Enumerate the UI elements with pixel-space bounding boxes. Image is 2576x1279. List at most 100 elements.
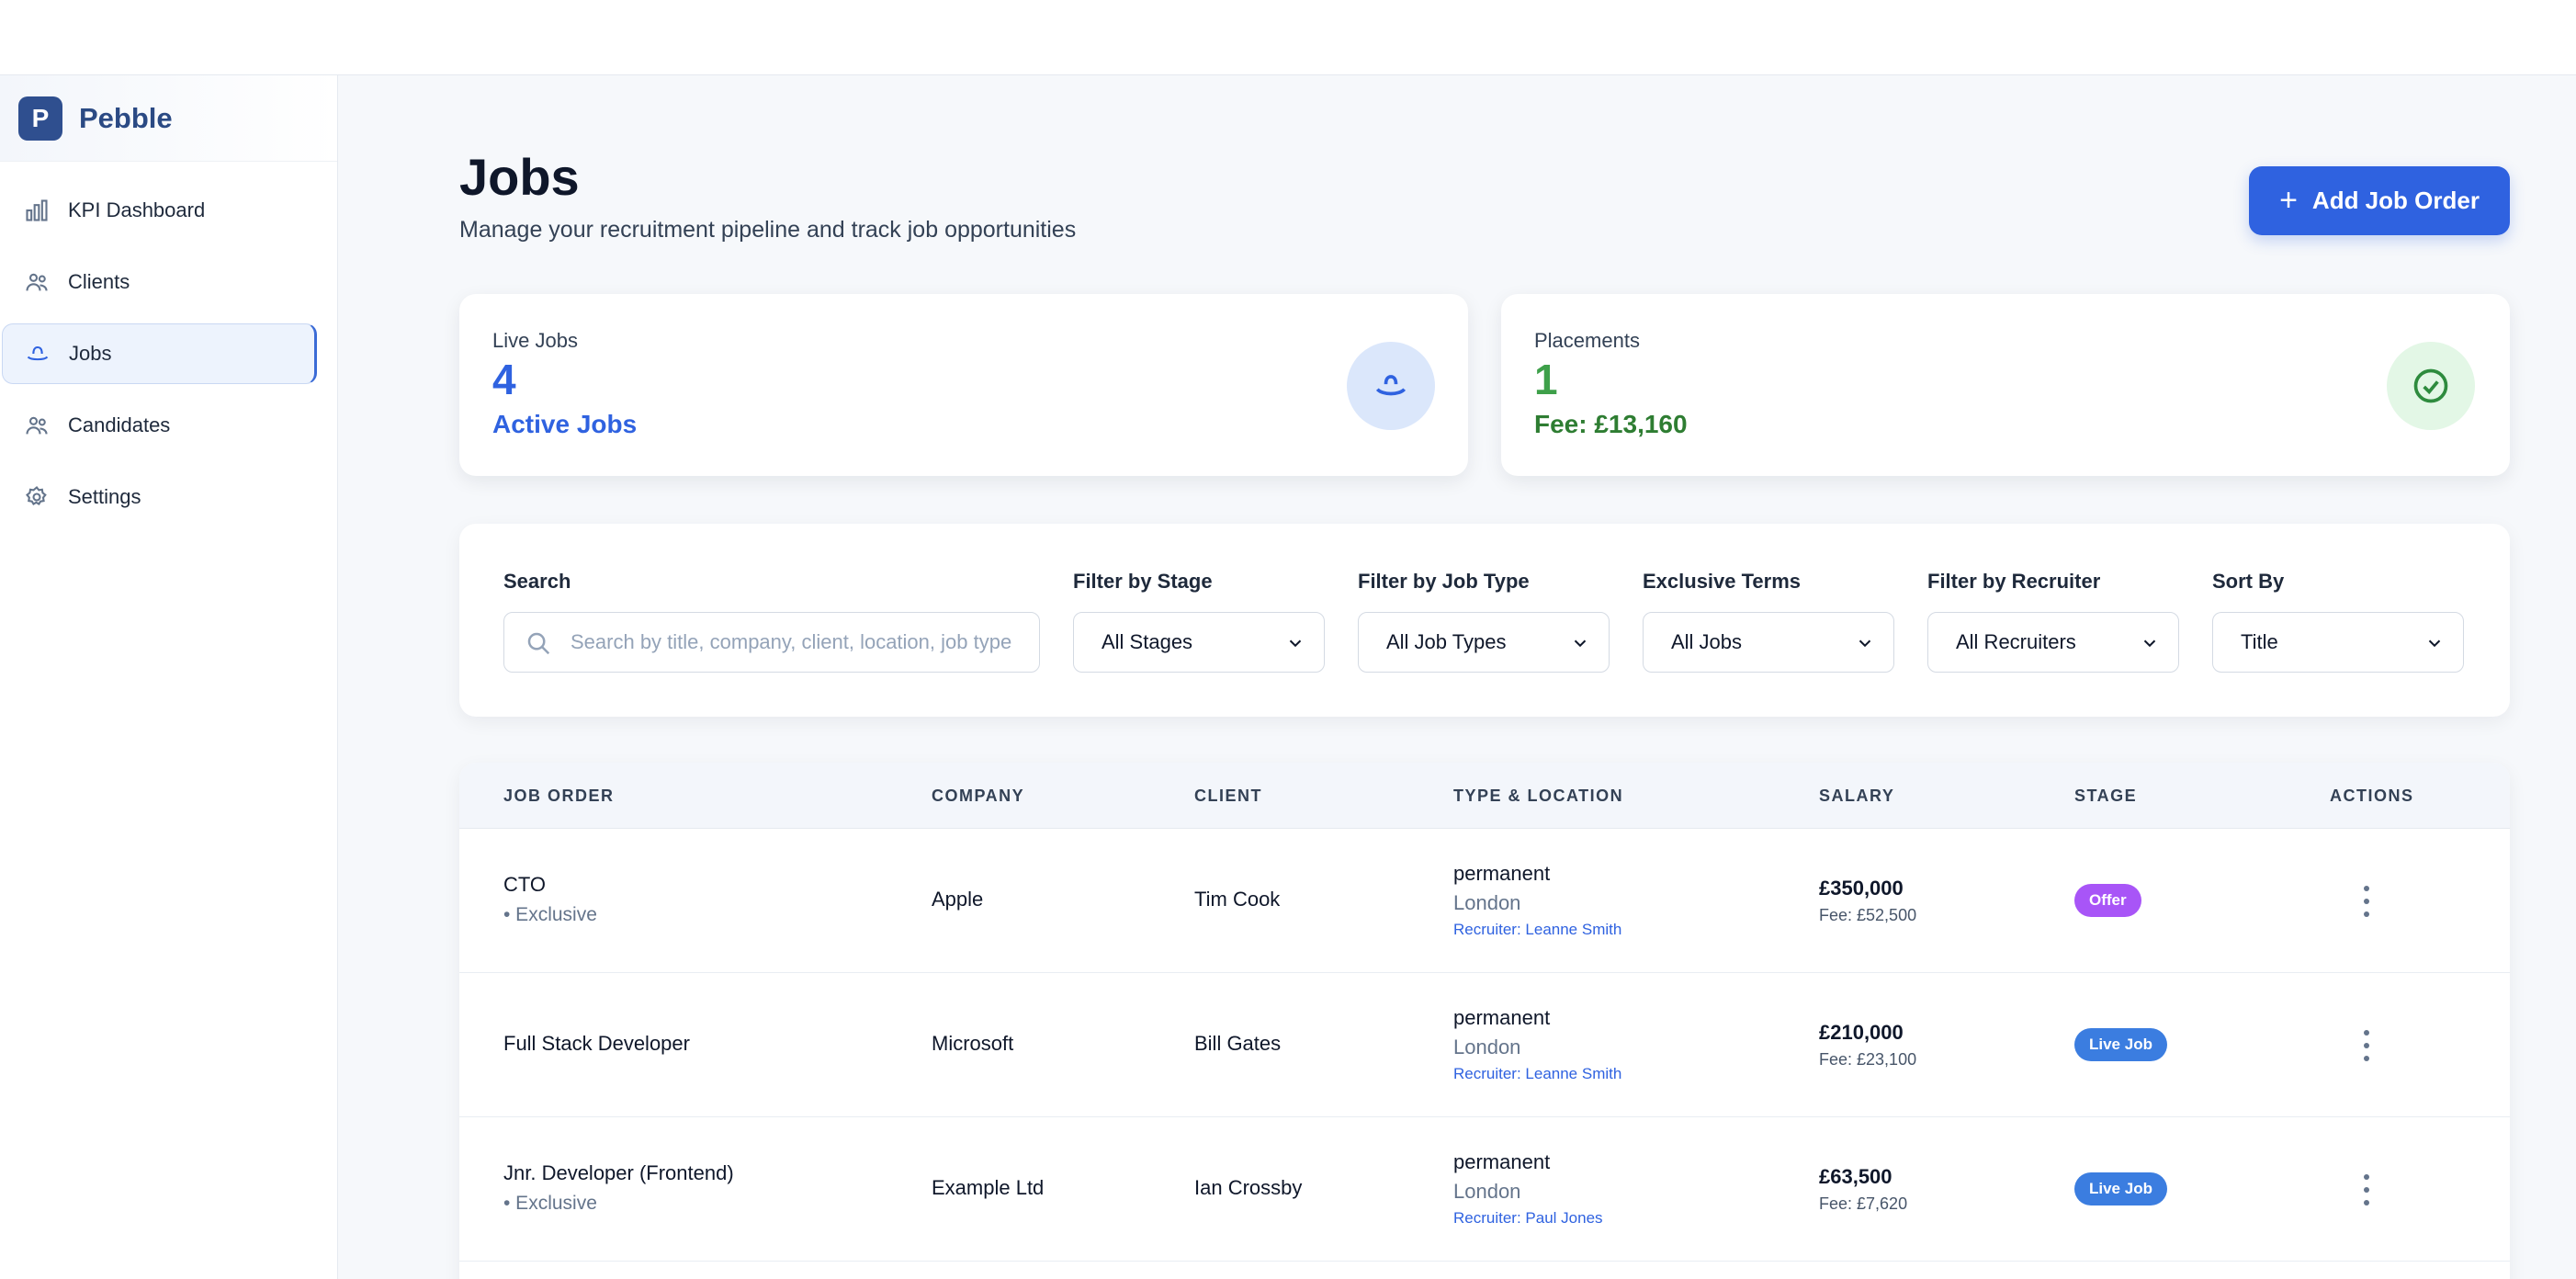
- users-icon: [24, 269, 50, 295]
- job-location: London: [1453, 1036, 1521, 1058]
- job-recruiter: Recruiter: Leanne Smith: [1453, 1065, 1622, 1082]
- more-options-icon[interactable]: [2357, 886, 2376, 917]
- add-job-order-button[interactable]: + Add Job Order: [2249, 166, 2510, 235]
- sidebar-item-label: Candidates: [68, 413, 171, 436]
- job-type: permanent: [1453, 1150, 1551, 1173]
- header-type-location[interactable]: TYPE & LOCATION: [1453, 787, 1623, 806]
- placements-card: Placements 1 Fee: £13,160: [1501, 294, 2510, 476]
- exclusive-tag: • Exclusive: [503, 1193, 597, 1214]
- job-order-cell: CTO • Exclusive: [503, 873, 597, 926]
- job-title[interactable]: CTO: [503, 873, 597, 897]
- stage-filter-value: All Stages: [1102, 630, 1193, 653]
- check-circle-icon: [2387, 342, 2475, 430]
- sidebar-item-settings[interactable]: Settings: [2, 467, 317, 527]
- sidebar-item-kpi-dashboard[interactable]: KPI Dashboard: [2, 180, 317, 241]
- header-actions: ACTIONS: [2330, 787, 2414, 805]
- salary-value: £210,000: [1819, 1021, 1904, 1044]
- job-title[interactable]: Jnr. Developer (Frontend): [503, 1161, 734, 1185]
- job-location: London: [1453, 1180, 1521, 1203]
- sidebar-item-candidates[interactable]: Candidates: [2, 395, 317, 456]
- more-options-icon[interactable]: [2357, 1174, 2376, 1205]
- recruiter-filter-label: Filter by Recruiter: [1927, 570, 2101, 593]
- sidebar: P Pebble KPI Dashboard Clients Jobs Cand…: [0, 75, 338, 1279]
- sort-label: Sort By: [2212, 570, 2285, 593]
- placements-label: Placements: [1534, 329, 1640, 352]
- salary-cell: £210,000 Fee: £23,100: [1819, 1021, 1916, 1070]
- users-icon: [24, 413, 50, 438]
- salary-fee: Fee: £52,500: [1819, 906, 1917, 924]
- company-cell: Example Ltd: [932, 1176, 1045, 1199]
- placements-value: 1: [1534, 356, 1558, 403]
- main-content: Jobs Manage your recruitment pipeline an…: [338, 75, 2576, 1279]
- brand-name: Pebble: [79, 101, 173, 134]
- client-cell: Bill Gates: [1194, 1032, 1282, 1055]
- stage-filter-select[interactable]: All Stages: [1073, 612, 1325, 673]
- page-subtitle: Manage your recruitment pipeline and tra…: [459, 217, 1077, 243]
- chevron-down-icon: [2424, 633, 2445, 659]
- bar-chart-icon: [24, 198, 50, 223]
- hat-icon: [1347, 342, 1435, 430]
- search-input[interactable]: Search by title, company, client, locati…: [503, 612, 1040, 673]
- exclusive-filter-label: Exclusive Terms: [1643, 570, 1802, 593]
- company-cell: Apple: [932, 888, 984, 911]
- type-location-cell: permanent London Recruiter: Leanne Smith: [1453, 862, 1621, 939]
- header-client[interactable]: CLIENT: [1194, 787, 1262, 806]
- job-order-cell: Jnr. Developer (Frontend) • Exclusive: [503, 1161, 734, 1215]
- job-type: permanent: [1453, 862, 1551, 885]
- job-location: London: [1453, 891, 1521, 914]
- job-type-filter-value: All Job Types: [1386, 630, 1507, 653]
- search-label: Search: [503, 570, 571, 593]
- header-job-order[interactable]: JOB ORDER: [503, 787, 615, 806]
- page-title: Jobs: [459, 148, 580, 206]
- recruiter-filter-select[interactable]: All Recruiters: [1927, 612, 2179, 673]
- placements-fee: Fee: £13,160: [1534, 410, 1688, 438]
- job-recruiter: Recruiter: Paul Jones: [1453, 1209, 1603, 1227]
- jobs-table: JOB ORDER COMPANY CLIENT TYPE & LOCATION…: [459, 763, 2510, 1279]
- salary-value: £63,500: [1819, 1165, 1892, 1188]
- stage-badge: Live Job: [2074, 1172, 2167, 1205]
- stage-badge: Live Job: [2074, 1028, 2167, 1061]
- exclusive-filter-select[interactable]: All Jobs: [1643, 612, 1894, 673]
- live-jobs-sub: Active Jobs: [492, 410, 638, 438]
- hat-icon: [25, 341, 51, 367]
- sidebar-item-jobs[interactable]: Jobs: [2, 323, 317, 384]
- chevron-down-icon: [2140, 633, 2160, 659]
- client-cell: Ian Crossby: [1194, 1176, 1303, 1199]
- salary-cell: £63,500 Fee: £7,620: [1819, 1165, 1907, 1214]
- top-bar: [0, 0, 2576, 75]
- company-cell: Microsoft: [932, 1032, 1014, 1055]
- live-jobs-value: 4: [492, 356, 516, 403]
- search-placeholder: Search by title, company, client, locati…: [571, 630, 1012, 653]
- table-header: JOB ORDER COMPANY CLIENT TYPE & LOCATION…: [459, 763, 2510, 829]
- salary-fee: Fee: £7,620: [1819, 1194, 1908, 1213]
- plus-icon: +: [2279, 183, 2298, 218]
- job-type-filter-select[interactable]: All Job Types: [1358, 612, 1610, 673]
- more-options-icon[interactable]: [2357, 1030, 2376, 1061]
- header-stage[interactable]: STAGE: [2074, 787, 2137, 806]
- header-company[interactable]: COMPANY: [932, 787, 1024, 806]
- live-jobs-label: Live Jobs: [492, 329, 578, 352]
- sort-select[interactable]: Title: [2212, 612, 2464, 673]
- live-jobs-card: Live Jobs 4 Active Jobs: [459, 294, 1468, 476]
- salary-value: £350,000: [1819, 877, 1904, 900]
- recruiter-filter-value: All Recruiters: [1956, 630, 2076, 653]
- sidebar-item-label: KPI Dashboard: [68, 198, 206, 221]
- exclusive-tag: • Exclusive: [503, 904, 597, 925]
- brand[interactable]: P Pebble: [0, 75, 337, 162]
- sidebar-item-clients[interactable]: Clients: [2, 252, 317, 312]
- job-title[interactable]: Full Stack Developer: [503, 1032, 690, 1056]
- salary-fee: Fee: £23,100: [1819, 1050, 1917, 1069]
- job-recruiter: Recruiter: Leanne Smith: [1453, 921, 1622, 938]
- exclusive-filter-value: All Jobs: [1671, 630, 1743, 653]
- salary-cell: £350,000 Fee: £52,500: [1819, 877, 1916, 925]
- chevron-down-icon: [1570, 633, 1590, 659]
- table-row[interactable]: Jnr. Developer (Frontend) • Exclusive Ex…: [459, 1117, 2510, 1262]
- client-cell: Tim Cook: [1194, 888, 1281, 911]
- table-row[interactable]: Full Stack Developer Microsoft Bill Gate…: [459, 973, 2510, 1117]
- table-row[interactable]: CTO • Exclusive Apple Tim Cook permanent…: [459, 829, 2510, 973]
- type-location-cell: permanent London Recruiter: Leanne Smith: [1453, 1006, 1621, 1083]
- chevron-down-icon: [1855, 633, 1875, 659]
- header-salary[interactable]: SALARY: [1819, 787, 1894, 806]
- settings-icon: [24, 484, 50, 510]
- sidebar-nav: KPI Dashboard Clients Jobs Candidates Se…: [0, 162, 337, 527]
